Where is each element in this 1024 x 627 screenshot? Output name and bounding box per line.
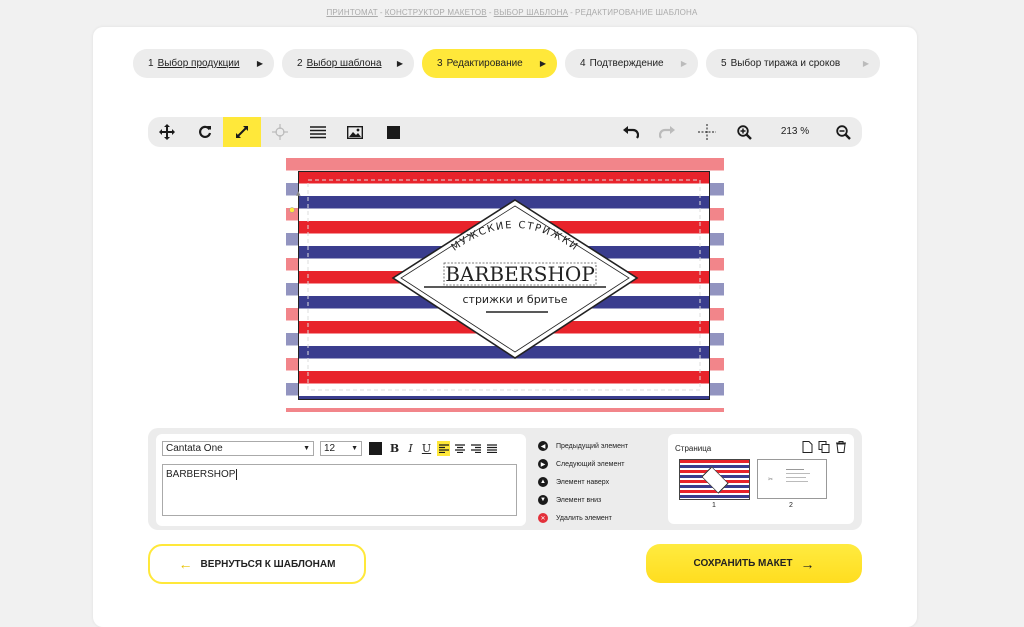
next-element-button[interactable]: ▶ Следующий элемент	[538, 455, 628, 473]
resize-icon[interactable]	[223, 117, 261, 147]
arrow-left-icon: ◀	[538, 441, 548, 451]
chevron-down-icon: ▼	[351, 445, 358, 452]
align-right-icon[interactable]	[469, 441, 482, 456]
breadcrumb-link-printomat[interactable]: Принтомат	[326, 8, 377, 17]
element-down-button[interactable]: ▼ Элемент вниз	[538, 491, 628, 509]
page-number-2: 2	[789, 502, 793, 509]
page-thumbnail-2[interactable]: ✂	[757, 459, 827, 499]
center-icon[interactable]	[688, 117, 726, 147]
play-icon: ▶	[680, 59, 687, 68]
align-justify-icon[interactable]	[485, 441, 498, 456]
play-icon: ▶	[396, 59, 403, 68]
arrow-right-icon: →	[800, 555, 815, 572]
align-left-icon[interactable]	[437, 441, 450, 456]
design-canvas[interactable]: ▲ МУЖСКИЕ СТРИЖКИ BARBERSHOP стрижки и б…	[286, 158, 724, 421]
new-page-icon[interactable]	[802, 441, 813, 453]
trash-icon[interactable]	[836, 441, 846, 453]
zoom-out-icon[interactable]	[824, 117, 862, 147]
card-title[interactable]: BARBERSHOP	[445, 262, 595, 286]
svg-text:▲: ▲	[296, 190, 301, 197]
prev-element-button[interactable]: ◀ Предыдущий элемент	[538, 437, 628, 455]
rotate-icon[interactable]	[186, 117, 224, 147]
breadcrumb-link-constructor[interactable]: Конструктор макетов	[385, 8, 487, 17]
font-size-select[interactable]: 12 ▼	[320, 441, 362, 456]
underline-button[interactable]: U	[420, 441, 433, 456]
step-confirm[interactable]: 4 Подтверждение ▶	[565, 49, 698, 78]
image-icon[interactable]	[336, 117, 374, 147]
arrow-left-icon: ←	[178, 556, 193, 572]
step-template[interactable]: 2 Выбор шаблона ▶	[282, 49, 414, 78]
color-swatch[interactable]	[369, 441, 382, 456]
redo-icon[interactable]	[648, 117, 686, 147]
chevron-down-icon: ▼	[303, 445, 310, 452]
arrow-up-icon: ▲	[538, 477, 548, 487]
element-actions: ◀ Предыдущий элемент ▶ Следующий элемент ▲…	[538, 437, 628, 527]
wizard-steps: 1 Выбор продукции ▶ 2 Выбор шаблона ▶ 3 Редак…	[133, 49, 880, 78]
back-to-templates-button[interactable]: ← ВЕРНУТЬСЯ К ШАБЛОНАМ	[148, 544, 366, 584]
italic-button[interactable]: I	[404, 441, 417, 456]
zoom-in-icon[interactable]	[725, 117, 763, 147]
breadcrumb: Принтомат - Конструктор макетов - Выбор шабл…	[326, 8, 698, 17]
breadcrumb-link-template-choice[interactable]: Выбор шаблона	[494, 8, 568, 17]
page-number-1: 1	[712, 502, 716, 509]
step-product[interactable]: 1 Выбор продукции ▶	[133, 49, 274, 78]
play-icon: ▶	[862, 59, 869, 68]
arrow-right-icon: ▶	[538, 459, 548, 469]
editor-toolbar: 213 %	[148, 117, 862, 147]
page-thumbnail-1[interactable]	[679, 459, 750, 500]
move-icon[interactable]	[148, 117, 186, 147]
delete-element-button[interactable]: ✕ Удалить элемент	[538, 509, 628, 527]
play-icon: ▶	[256, 59, 263, 68]
crosshair-icon[interactable]	[261, 117, 299, 147]
pages-title: Страница	[675, 444, 712, 453]
square-icon[interactable]	[374, 117, 412, 147]
zoom-level: 213 %	[780, 126, 810, 137]
breadcrumb-current: Редактирование шаблона	[575, 8, 698, 17]
save-layout-button[interactable]: СОХРАНИТЬ МАКЕТ →	[646, 544, 862, 583]
step-quantity[interactable]: 5 Выбор тиража и сроков ▶	[706, 49, 880, 78]
undo-icon[interactable]	[612, 117, 650, 147]
delete-icon: ✕	[538, 513, 548, 523]
arrow-down-icon: ▼	[538, 495, 548, 505]
lines-icon[interactable]	[299, 117, 337, 147]
pages-panel: Страница 1 ✂ 2	[668, 434, 854, 524]
bold-button[interactable]: B	[388, 441, 401, 456]
font-select[interactable]: Cantata One ▼	[162, 441, 314, 456]
copy-page-icon[interactable]	[818, 441, 830, 453]
text-content-field[interactable]: BARBERSHOP	[162, 464, 517, 516]
element-up-button[interactable]: ▲ Элемент наверх	[538, 473, 628, 491]
step-editing[interactable]: 3 Редактирование ▶	[422, 49, 557, 78]
align-center-icon[interactable]	[453, 441, 466, 456]
card-subtitle[interactable]: стрижки и бритье	[462, 293, 567, 306]
play-icon: ▶	[539, 59, 546, 68]
